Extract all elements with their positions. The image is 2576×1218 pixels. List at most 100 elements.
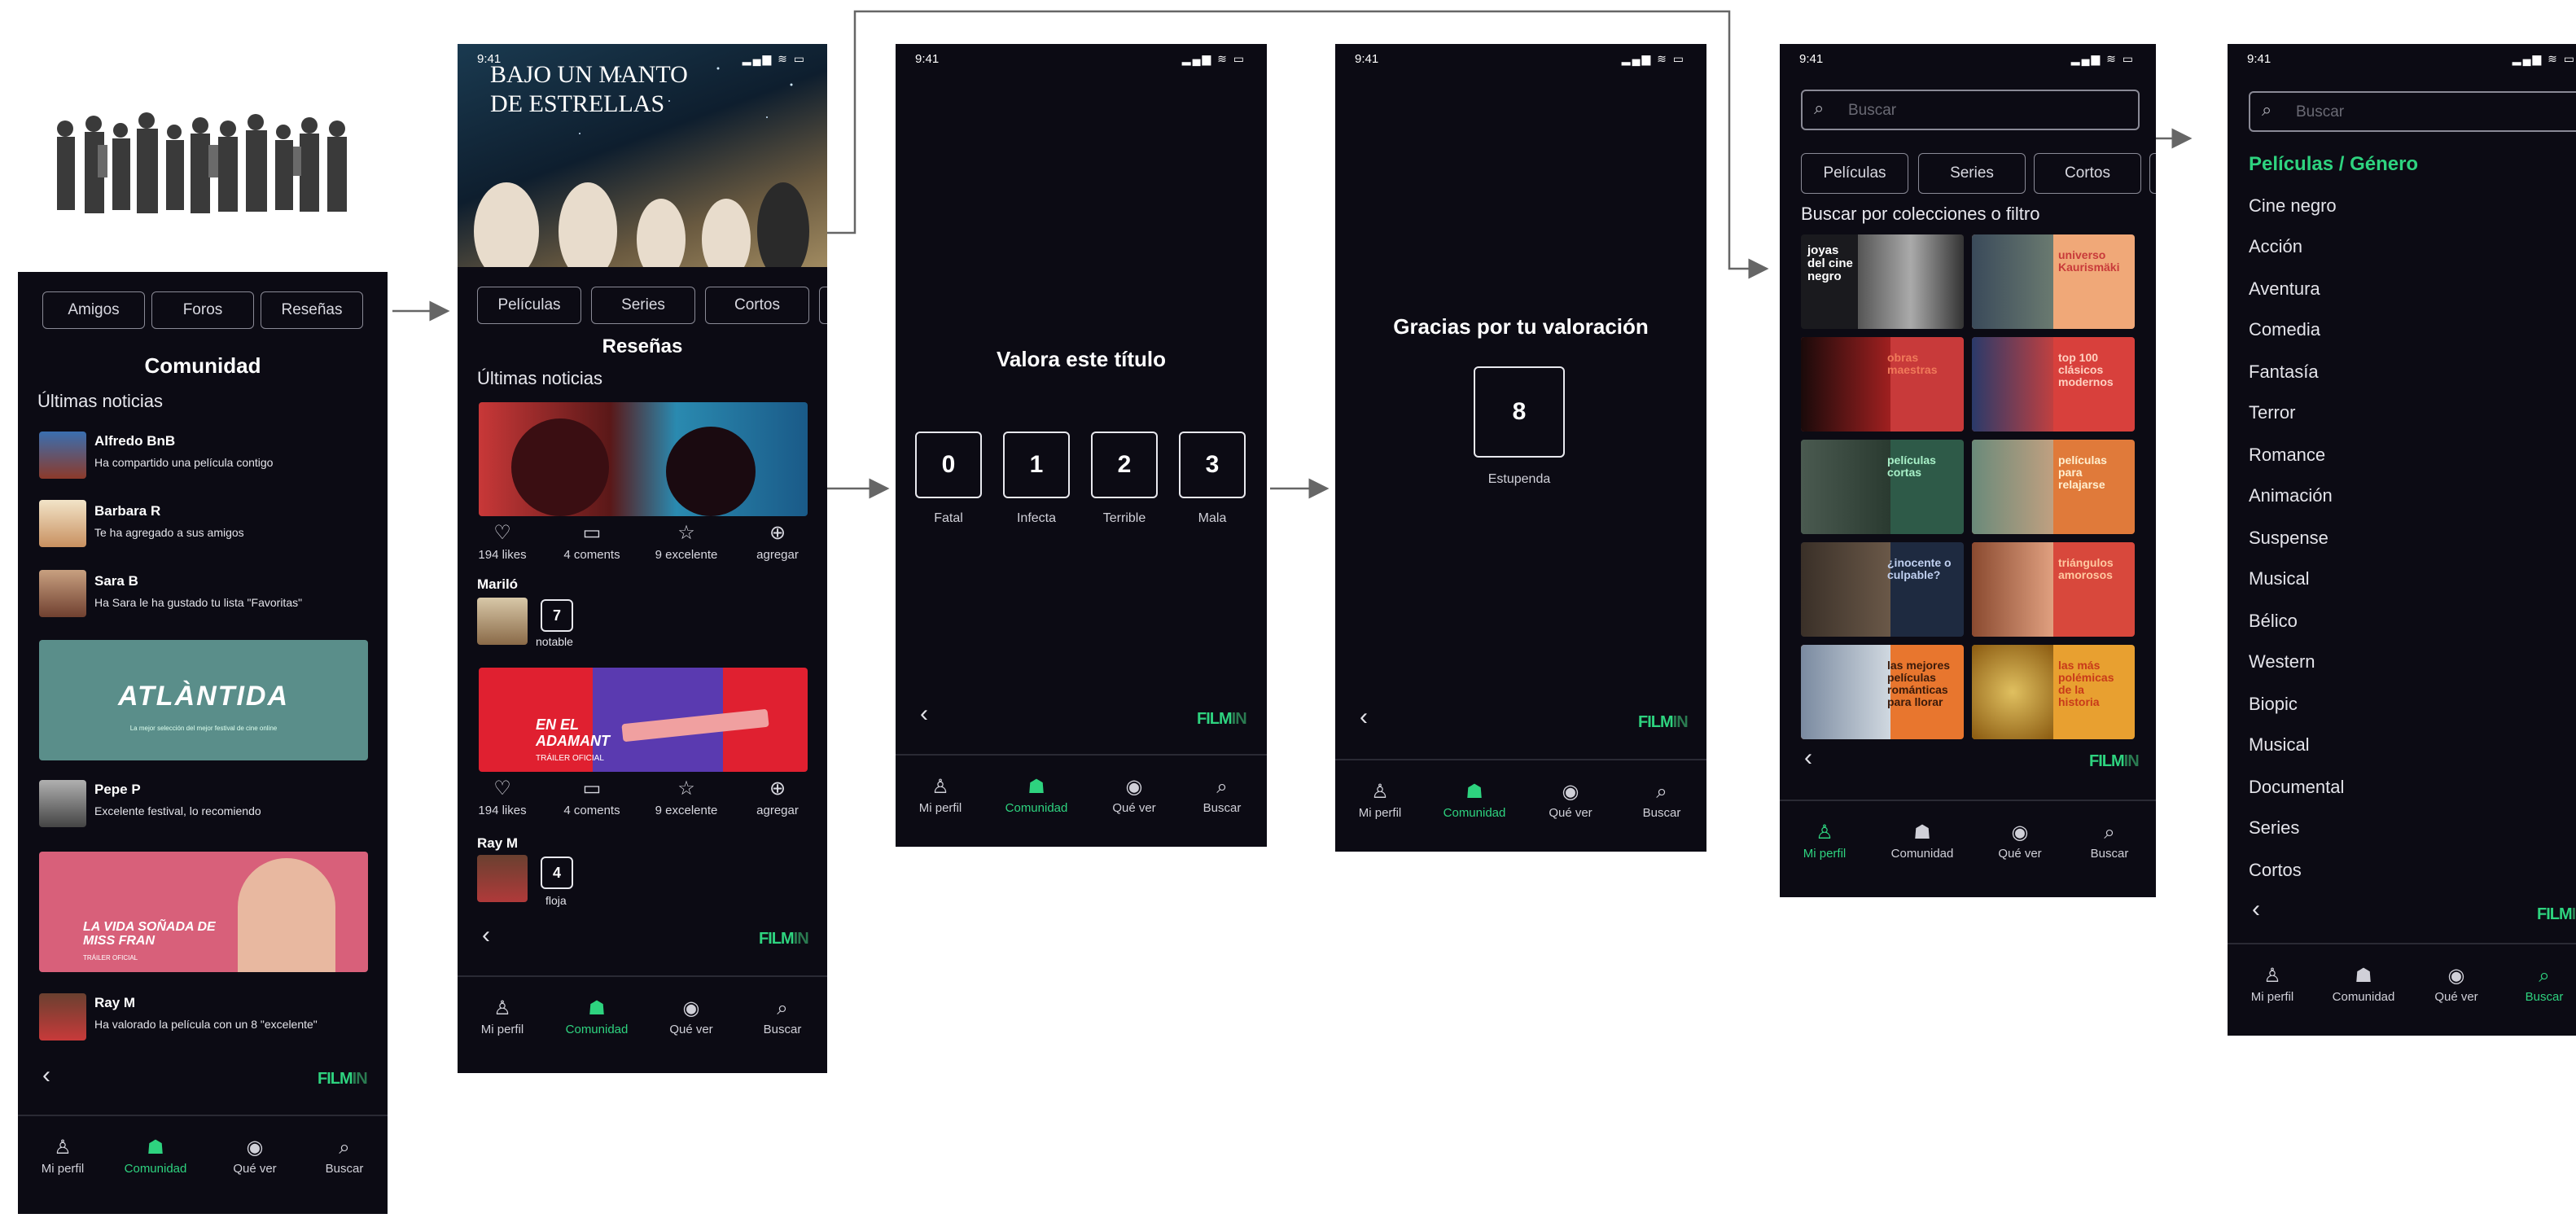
nav-buscar[interactable]: ⌕ Buscar	[738, 998, 827, 1037]
tab-cortos[interactable]: Cortos	[705, 287, 809, 324]
genre-item[interactable]: Biopic	[2249, 694, 2298, 715]
back-button[interactable]: ‹	[1360, 703, 1368, 731]
nav-que-ver[interactable]: ◉ Qué ver	[1526, 782, 1615, 821]
avatar[interactable]	[477, 598, 528, 645]
nav-mi-perfil[interactable]: ♙ Mi perfil	[18, 1137, 107, 1176]
banner-atlantida[interactable]: ATLÀNTIDA La mejor selección del mejor f…	[39, 640, 368, 760]
avatar[interactable]	[39, 432, 86, 479]
avatar[interactable]	[39, 993, 86, 1041]
add-button[interactable]: ⊕ agregar	[733, 521, 822, 562]
genre-item[interactable]: Romance	[2249, 445, 2325, 466]
like-button[interactable]: ♡ 194 likes	[458, 777, 547, 817]
banner-adamant[interactable]: EN EL ADAMANT TRÁILER OFICIAL	[479, 668, 808, 772]
collection-tile[interactable]: las mejores películas románticas para ll…	[1801, 645, 1964, 739]
genre-item[interactable]: Cortos	[2249, 860, 2302, 881]
nav-comunidad[interactable]: ☗ Comunidad	[1430, 782, 1519, 821]
collection-tile[interactable]: ¿inocente o culpable?	[1801, 542, 1964, 637]
comment-button[interactable]: ▭ 4 coments	[547, 777, 637, 817]
back-button[interactable]: ‹	[1804, 744, 1812, 772]
genre-item[interactable]: Bélico	[2249, 611, 2298, 632]
genre-item[interactable]: Documental	[2249, 777, 2344, 798]
nav-que-ver[interactable]: ◉ Qué ver	[646, 998, 736, 1037]
nav-mi-perfil[interactable]: ♙ Mi perfil	[896, 777, 985, 816]
nav-comunidad[interactable]: ☗ Comunidad	[1877, 822, 1967, 861]
back-button[interactable]: ‹	[482, 922, 490, 949]
nav-buscar[interactable]: ⌕ Buscar	[2065, 822, 2154, 861]
tab-more[interactable]	[2149, 153, 2156, 194]
eye-icon: ◉	[246, 1137, 264, 1159]
avatar[interactable]	[39, 570, 86, 617]
tab-cortos[interactable]: Cortos	[2034, 153, 2141, 194]
genre-item[interactable]: Fantasía	[2249, 361, 2319, 383]
back-button[interactable]: ‹	[2252, 896, 2260, 923]
tab-resenas[interactable]: Reseñas	[261, 291, 363, 329]
collection-tile[interactable]: películas para relajarse	[1972, 440, 2135, 534]
nav-comunidad[interactable]: ☗ Comunidad	[552, 998, 642, 1037]
banner-miss-fran[interactable]: LA VIDA SOÑADA DE MISS FRAN TRÁILER OFIC…	[39, 852, 368, 972]
like-button[interactable]: ♡ 194 likes	[458, 521, 547, 562]
avatar[interactable]	[39, 500, 86, 547]
genre-item[interactable]: Musical	[2249, 568, 2310, 589]
tab-series[interactable]: Series	[1918, 153, 2026, 194]
nav-que-ver[interactable]: ◉ Qué ver	[210, 1137, 300, 1176]
back-button[interactable]: ‹	[920, 700, 928, 728]
search-placeholder: Buscar	[1848, 102, 1897, 119]
nav-comunidad[interactable]: ☗ Comunidad	[992, 777, 1081, 816]
genre-item[interactable]: Acción	[2249, 236, 2302, 257]
nav-buscar[interactable]: ⌕ Buscar	[2499, 966, 2576, 1005]
avatar[interactable]	[477, 855, 528, 902]
bottom-nav: ♙ Mi perfil ☗ Comunidad ◉ Qué ver ⌕ Buscar	[18, 1115, 388, 1214]
genre-item[interactable]: Animación	[2249, 485, 2333, 506]
collection-tile[interactable]: las más polémicas de la historia	[1972, 645, 2135, 739]
nav-buscar[interactable]: ⌕ Buscar	[300, 1137, 388, 1176]
nav-comunidad[interactable]: ☗ Comunidad	[2319, 966, 2408, 1005]
nav-que-ver[interactable]: ◉ Qué ver	[1975, 822, 2065, 861]
nav-comunidad[interactable]: ☗ Comunidad	[111, 1137, 200, 1176]
tab-series[interactable]: Series	[591, 287, 695, 324]
genre-item[interactable]: Suspense	[2249, 528, 2328, 549]
nav-mi-perfil[interactable]: ♙ Mi perfil	[458, 998, 547, 1037]
tab-more[interactable]	[819, 287, 827, 324]
nav-buscar[interactable]: ⌕ Buscar	[1177, 777, 1267, 816]
rating-option[interactable]: 2	[1091, 432, 1158, 498]
genre-item[interactable]: Musical	[2249, 734, 2310, 756]
genre-item[interactable]: Western	[2249, 651, 2315, 673]
collection-tile[interactable]: triángulos amorosos	[1972, 542, 2135, 637]
tab-peliculas[interactable]: Películas	[1801, 153, 1908, 194]
tab-amigos[interactable]: Amigos	[42, 291, 145, 329]
collection-tile[interactable]: joyas del cine negro	[1801, 234, 1964, 329]
collection-tile[interactable]: películas cortas	[1801, 440, 1964, 534]
hero-image[interactable]: BAJO UN MANTO DE ESTRELLAS ▂▄▆ ≋ ▭ 9:41	[458, 44, 827, 280]
collection-tile[interactable]: obras maestras	[1801, 337, 1964, 432]
tab-peliculas[interactable]: Películas	[477, 287, 581, 324]
nav-mi-perfil[interactable]: ♙ Mi perfil	[2228, 966, 2317, 1005]
back-button[interactable]: ‹	[42, 1062, 50, 1089]
page-title: Comunidad	[144, 353, 261, 378]
search-input[interactable]: ⌕ Buscar	[1801, 90, 2140, 130]
nav-que-ver[interactable]: ◉ Qué ver	[1089, 777, 1179, 816]
comment-button[interactable]: ▭ 4 coments	[547, 521, 637, 562]
nav-mi-perfil[interactable]: ♙ Mi perfil	[1335, 782, 1425, 821]
tab-foros[interactable]: Foros	[151, 291, 254, 329]
rating-option[interactable]: 0	[915, 432, 982, 498]
nav-que-ver[interactable]: ◉ Qué ver	[2412, 966, 2501, 1005]
collection-tile[interactable]: top 100 clásicos modernos	[1972, 337, 2135, 432]
nav-mi-perfil[interactable]: ♙ Mi perfil	[1780, 822, 1869, 861]
rating-option[interactable]: 3	[1179, 432, 1246, 498]
collection-tile[interactable]: universo Kaurismäki	[1972, 234, 2135, 329]
rating-option[interactable]: 1	[1003, 432, 1070, 498]
review-image[interactable]	[479, 402, 808, 516]
genre-item[interactable]: Terror	[2249, 402, 2295, 423]
genre-item[interactable]: Aventura	[2249, 278, 2320, 300]
genre-item[interactable]: Cine negro	[2249, 195, 2337, 217]
heart-icon: ♡	[493, 522, 511, 544]
genre-item[interactable]: Comedia	[2249, 319, 2320, 340]
add-button[interactable]: ⊕ agregar	[733, 777, 822, 817]
avatar[interactable]	[39, 780, 86, 827]
genre-item[interactable]: Series	[2249, 817, 2299, 839]
search-input[interactable]: ⌕ Buscar	[2249, 91, 2576, 132]
rating-button[interactable]: ☆ 9 excelente	[642, 777, 731, 817]
rating-button[interactable]: ☆ 9 excelente	[642, 521, 731, 562]
section-title: Últimas noticias	[477, 368, 603, 388]
nav-buscar[interactable]: ⌕ Buscar	[1617, 782, 1706, 821]
